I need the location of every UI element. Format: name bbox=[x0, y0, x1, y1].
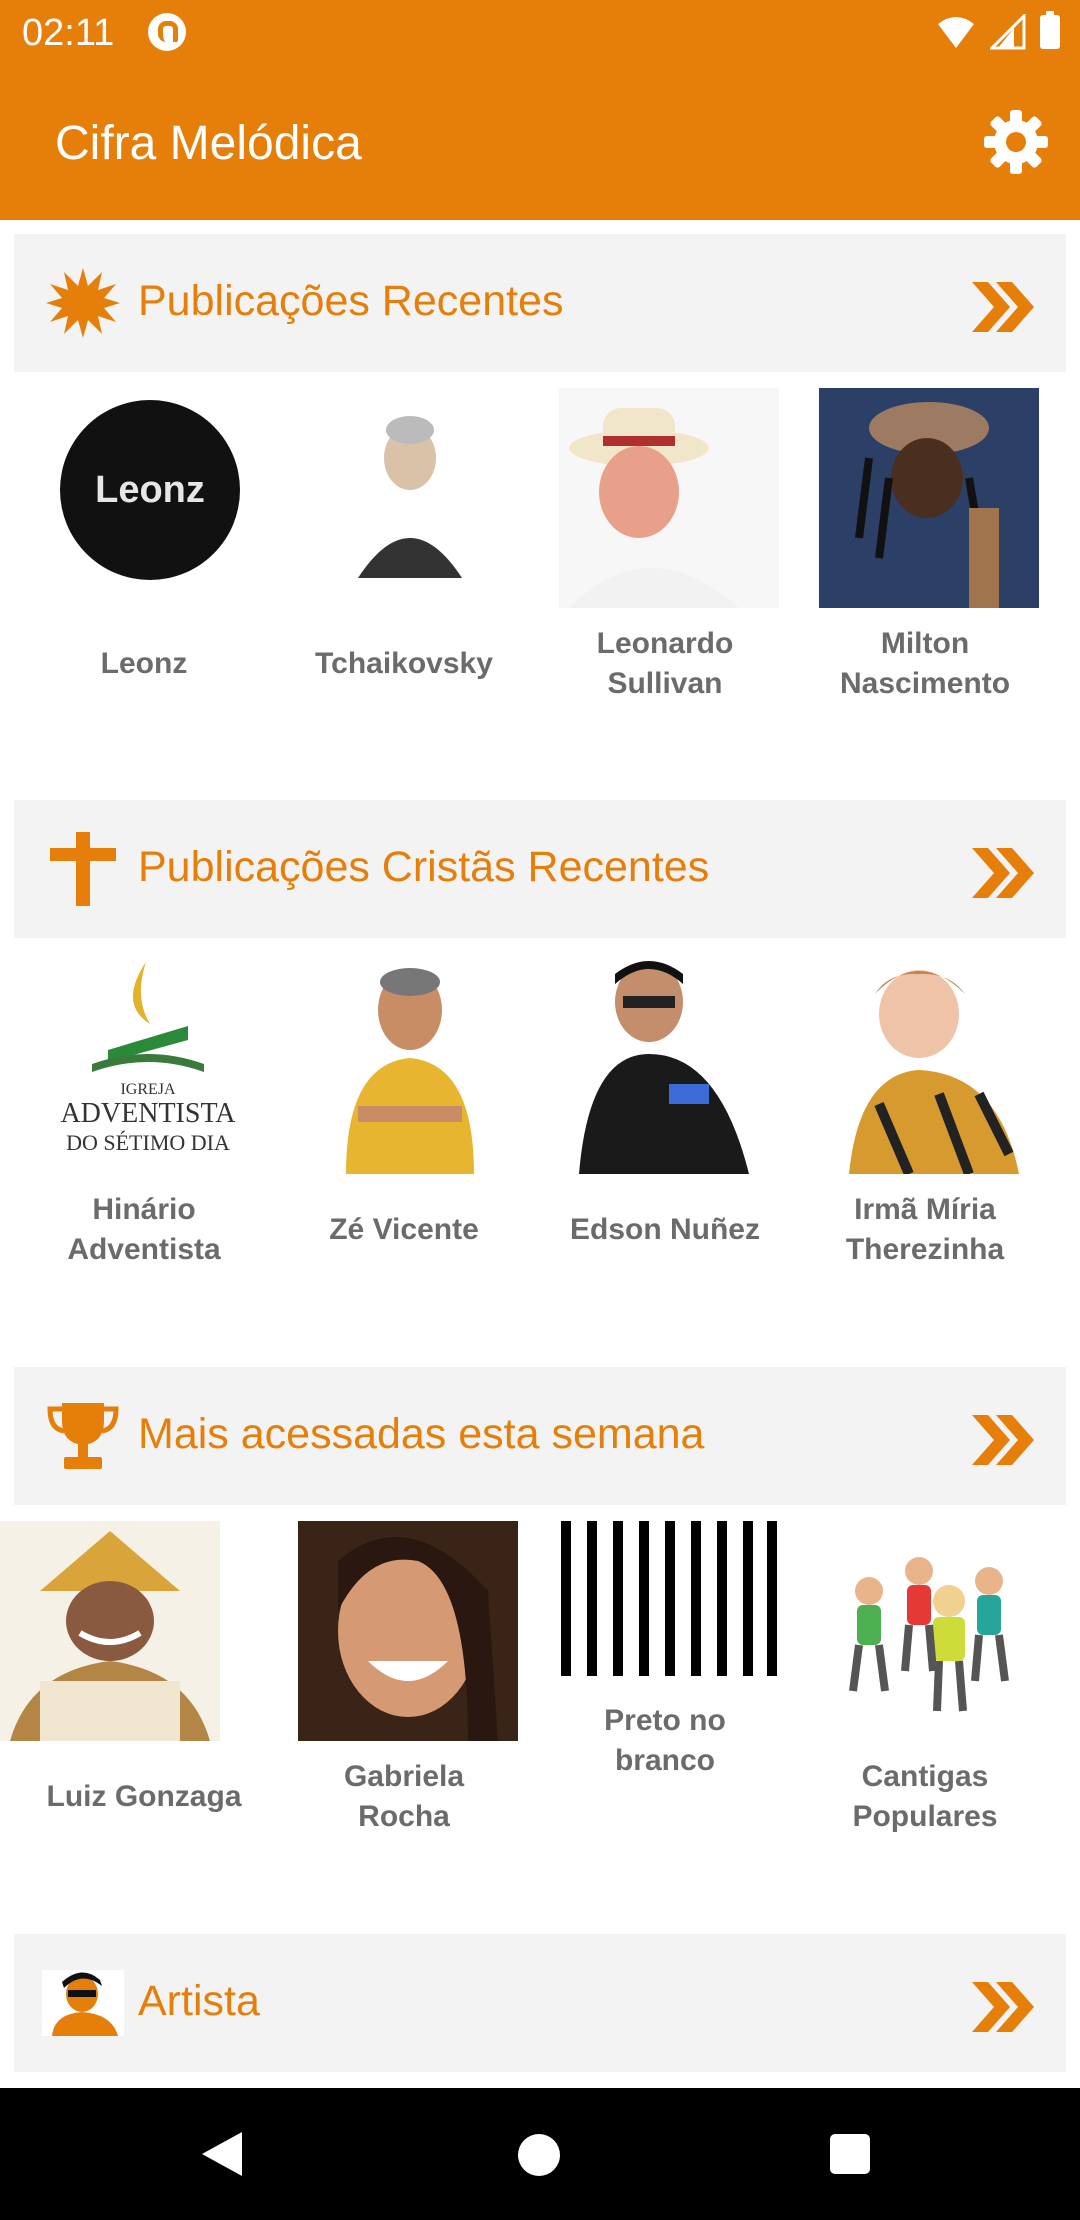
artist-photo bbox=[298, 954, 518, 1174]
artist-name: Hinário Adventista bbox=[67, 1193, 221, 1266]
back-icon[interactable] bbox=[200, 2130, 246, 2178]
section-title: Publicações Cristãs Recentes bbox=[138, 843, 710, 891]
artist-name: Leonardo Sullivan bbox=[596, 627, 734, 700]
status-time: 02:11 bbox=[22, 12, 115, 54]
artist-photo bbox=[298, 388, 518, 608]
children-illustration-image bbox=[819, 1521, 1039, 1741]
wifi-icon bbox=[938, 17, 974, 48]
settings-button[interactable] bbox=[980, 106, 1052, 178]
artist-card[interactable]: IGREJA ADVENTISTA DO SÉTIMO DIA Hinário … bbox=[14, 954, 258, 1266]
artist-name: Milton Nascimento bbox=[839, 627, 1011, 700]
artist-card[interactable]: Edson Nuñez bbox=[535, 954, 779, 1264]
artist-card[interactable]: Luiz Gonzaga bbox=[0, 1521, 254, 1831]
svg-text:Leonz: Leonz bbox=[95, 469, 205, 511]
section-header[interactable]: Artista bbox=[14, 1934, 1066, 2072]
gear-icon bbox=[984, 110, 1048, 174]
more-button[interactable] bbox=[970, 846, 1038, 900]
stripes-image bbox=[559, 1521, 779, 1676]
artist-card[interactable]: Milton Nascimento bbox=[795, 388, 1039, 700]
artist-icon bbox=[42, 1970, 124, 2036]
section-title: Mais acessadas esta semana bbox=[138, 1410, 705, 1458]
svg-text:IGREJA: IGREJA bbox=[120, 1081, 176, 1098]
more-button[interactable] bbox=[970, 280, 1038, 334]
artist-card[interactable]: Irmã Míria Therezinha bbox=[795, 954, 1039, 1266]
artist-name: Preto no branco bbox=[604, 1704, 726, 1777]
items-row: Leonz Leonz Tchaikovsky Leonardo Sulliva… bbox=[14, 388, 1066, 700]
artist-name: Zé Vicente bbox=[329, 1213, 479, 1246]
items-row: IGREJA ADVENTISTA DO SÉTIMO DIA Hinário … bbox=[14, 954, 1066, 1266]
artist-card[interactable]: Zé Vicente bbox=[274, 954, 518, 1264]
status-icons bbox=[936, 11, 1060, 52]
recents-icon[interactable] bbox=[830, 2134, 870, 2174]
cross-icon bbox=[50, 832, 116, 906]
double-chevron-right-icon bbox=[972, 848, 1034, 898]
double-chevron-right-icon bbox=[972, 282, 1034, 332]
more-button[interactable] bbox=[970, 1413, 1038, 1467]
more-button[interactable] bbox=[970, 1980, 1038, 2034]
section-title: Publicações Recentes bbox=[138, 277, 564, 325]
artist-card[interactable]: Leonz Leonz bbox=[14, 388, 258, 698]
artist-name: Tchaikovsky bbox=[315, 647, 493, 680]
app-bar: Cifra Melódica bbox=[0, 66, 1080, 220]
adventist-logo-image: IGREJA ADVENTISTA DO SÉTIMO DIA bbox=[38, 954, 258, 1174]
artist-photo bbox=[559, 388, 779, 608]
artist-photo bbox=[298, 1521, 518, 1741]
artist-photo bbox=[819, 388, 1039, 608]
artist-card[interactable]: Tchaikovsky bbox=[274, 388, 518, 698]
artist-name: Luiz Gonzaga bbox=[46, 1780, 242, 1813]
artist-photo bbox=[819, 954, 1039, 1174]
artist-photo bbox=[559, 954, 779, 1174]
artist-card[interactable]: Cantigas Populares bbox=[795, 1521, 1039, 1833]
system-navigation-bar bbox=[0, 2088, 1080, 2220]
artist-card[interactable]: Leonardo Sullivan bbox=[535, 388, 779, 700]
items-row: Luiz Gonzaga Gabriela Rocha Preto no bra… bbox=[0, 1521, 1066, 1833]
app-title: Cifra Melódica bbox=[55, 117, 362, 170]
artist-name: Gabriela Rocha bbox=[343, 1760, 465, 1833]
artist-card[interactable]: Preto no branco bbox=[535, 1521, 779, 1831]
double-chevron-right-icon bbox=[972, 1415, 1034, 1465]
status-bar: 02:11 bbox=[0, 0, 1080, 66]
trophy-icon bbox=[47, 1403, 119, 1469]
section-header[interactable]: Publicações Cristãs Recentes bbox=[14, 800, 1066, 938]
sunburst-icon bbox=[46, 268, 120, 338]
artist-name: Edson Nuñez bbox=[569, 1213, 760, 1246]
section-header[interactable]: Publicações Recentes bbox=[14, 234, 1066, 372]
double-chevron-right-icon bbox=[972, 1982, 1034, 2032]
artist-name: Cantigas Populares bbox=[852, 1760, 998, 1833]
artist-photo bbox=[0, 1521, 220, 1741]
svg-text:DO SÉTIMO DIA: DO SÉTIMO DIA bbox=[66, 1130, 230, 1155]
svg-text:ADVENTISTA: ADVENTISTA bbox=[60, 1098, 236, 1129]
battery-icon bbox=[1040, 11, 1060, 49]
home-icon[interactable] bbox=[518, 2134, 560, 2176]
artist-name: Irmã Míria Therezinha bbox=[845, 1193, 1005, 1266]
signal-icon bbox=[990, 14, 1026, 50]
artist-card[interactable]: Gabriela Rocha bbox=[274, 1521, 518, 1833]
section-header[interactable]: Mais acessadas esta semana bbox=[14, 1367, 1066, 1505]
app-notification-icon bbox=[148, 13, 186, 51]
section-title: Artista bbox=[138, 1977, 260, 2025]
artist-name: Leonz bbox=[100, 647, 188, 680]
leonz-logo-image: Leonz bbox=[38, 388, 258, 608]
